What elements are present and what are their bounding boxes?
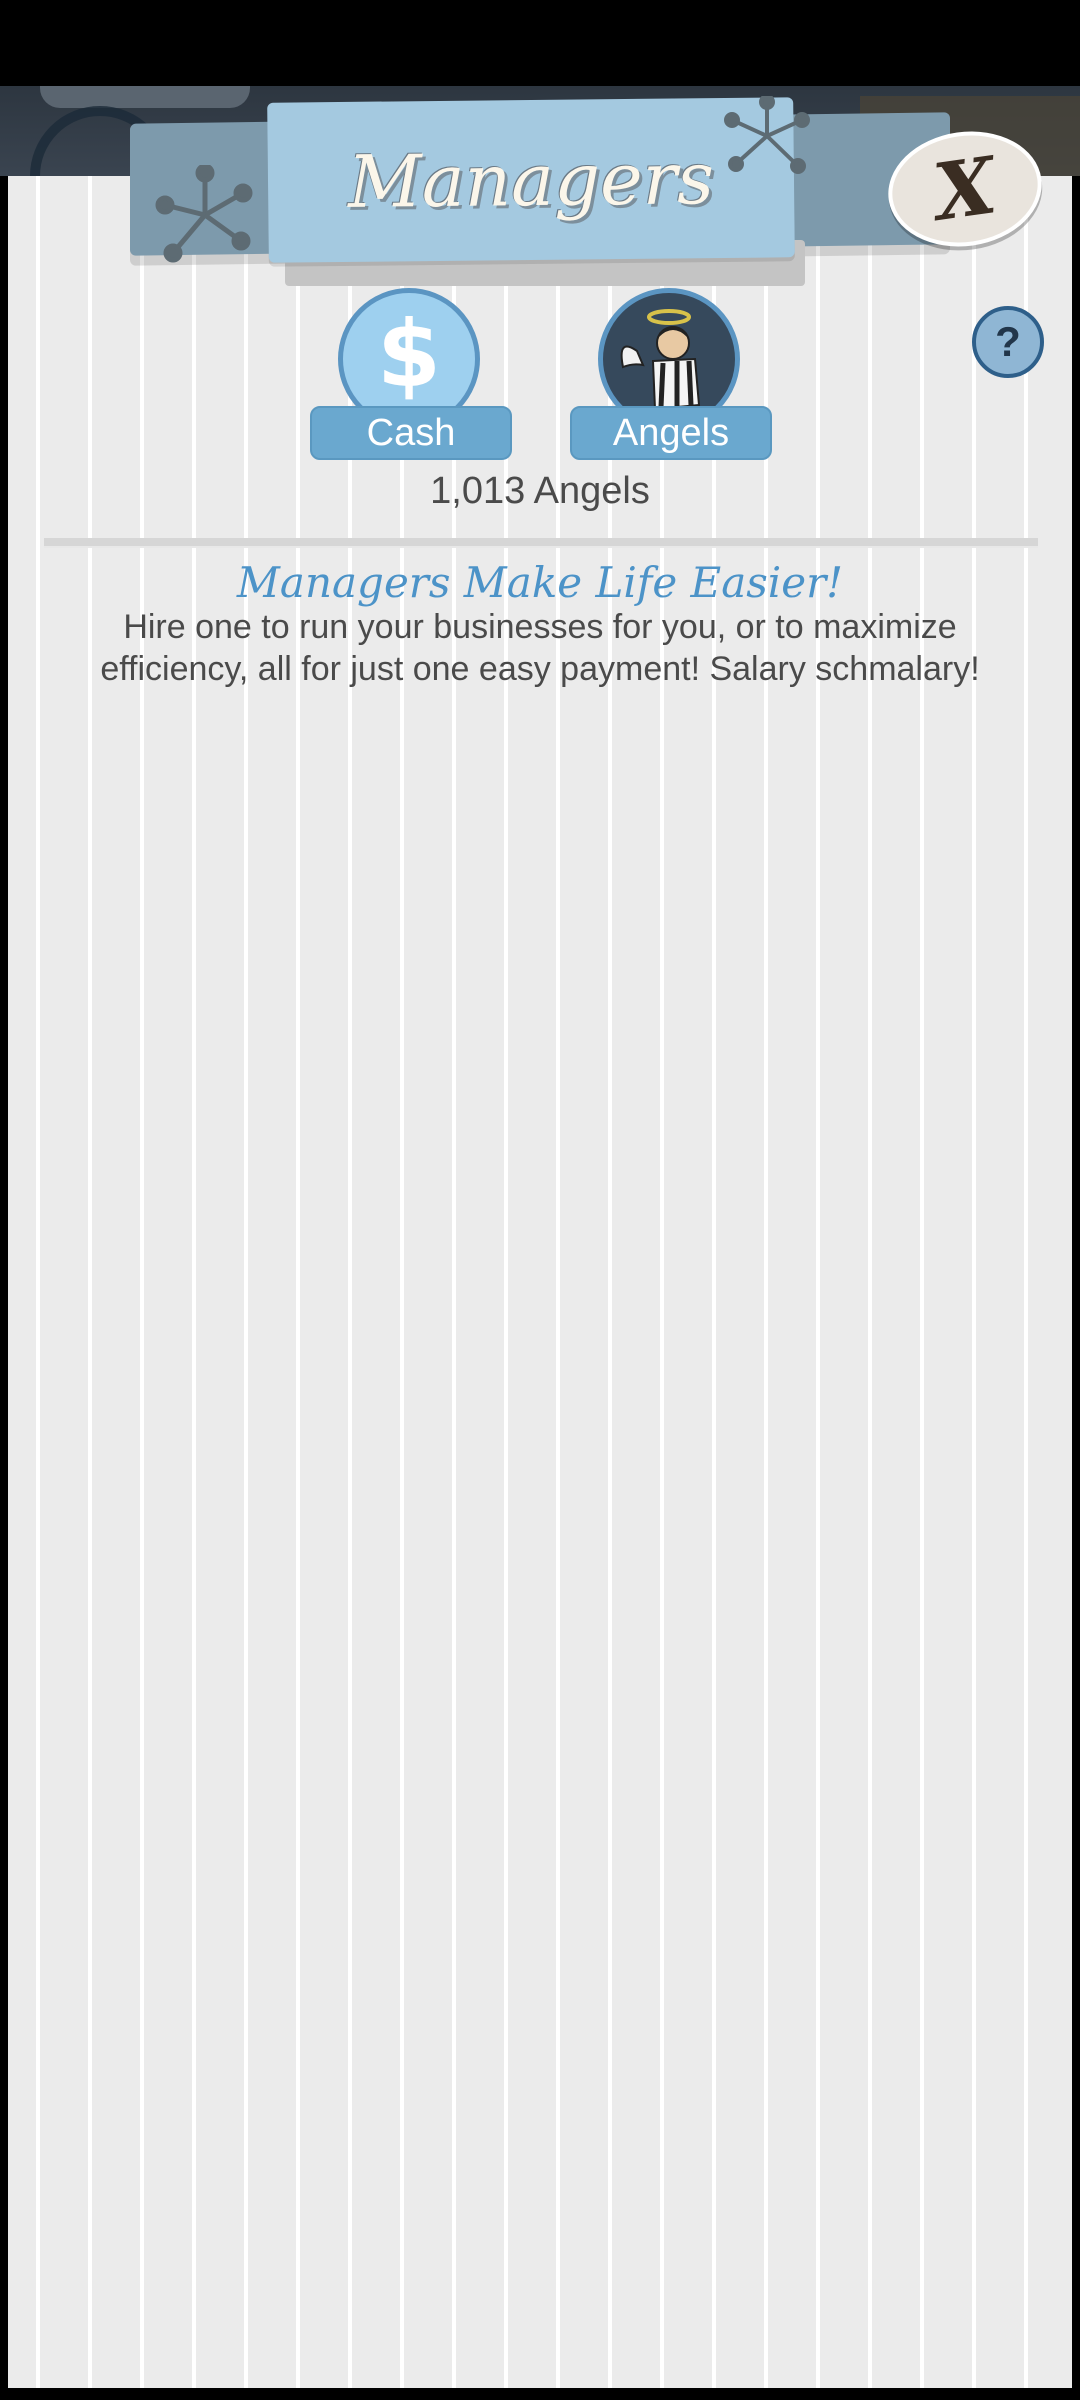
help-icon: ?	[995, 318, 1021, 365]
close-icon: X	[928, 139, 1002, 239]
atomic-star-icon	[155, 165, 253, 263]
atomic-star-icon	[724, 96, 810, 174]
tab-cash[interactable]: $ Cash	[310, 288, 512, 460]
background-plate	[40, 86, 250, 108]
tab-angels-label: Angels	[570, 406, 772, 460]
page-title: Managers	[347, 136, 715, 224]
info-headline: Managers Make Life Easier!	[236, 558, 844, 607]
tab-cash-label: Cash	[310, 406, 512, 460]
angels-count: 1,013 Angels	[430, 470, 650, 512]
tab-angels[interactable]: Angels	[570, 288, 772, 460]
title-banner: Managers	[267, 97, 795, 263]
status-bar	[0, 0, 1080, 86]
help-button[interactable]: ?	[972, 306, 1044, 378]
divider	[44, 538, 1038, 548]
info-body: Hire one to run your businesses for you,…	[100, 608, 980, 688]
